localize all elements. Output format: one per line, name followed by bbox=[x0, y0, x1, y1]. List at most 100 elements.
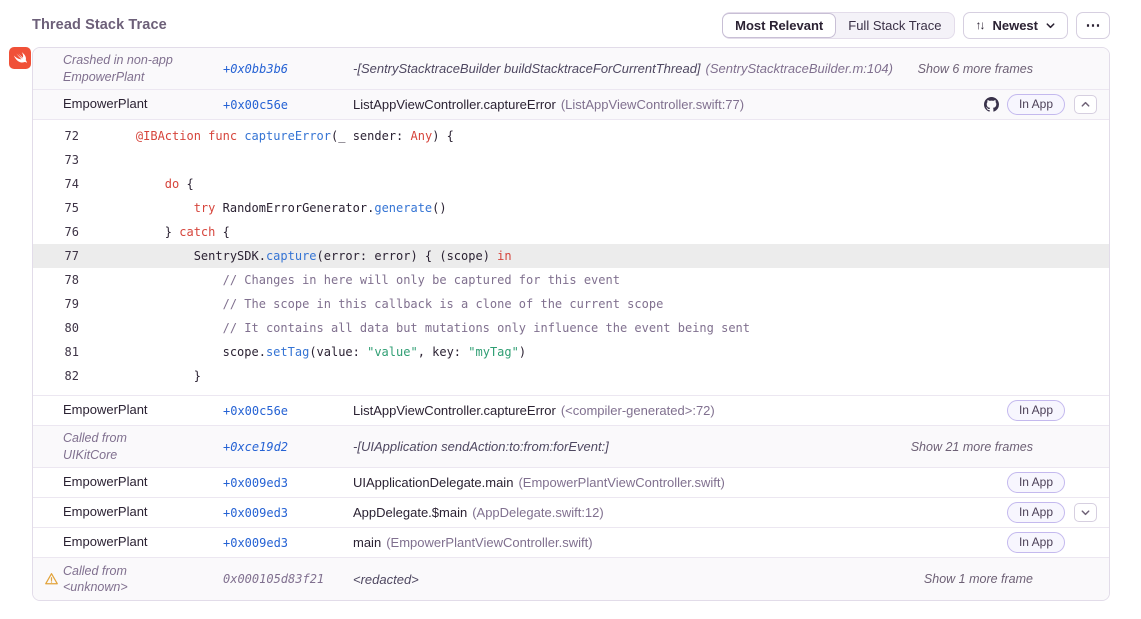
frame-module-line: Called from bbox=[63, 563, 223, 579]
code-token: () bbox=[432, 201, 446, 215]
frame-actions: Show 6 more frames bbox=[918, 59, 1109, 78]
frame-address[interactable]: +0x00c56e bbox=[223, 404, 353, 418]
code-token: , key: bbox=[418, 345, 469, 359]
frame-module-line: Crashed in non-app bbox=[63, 52, 223, 68]
frame-actions: In App bbox=[984, 94, 1109, 115]
expand-frame-button[interactable] bbox=[1074, 503, 1097, 522]
frame-function-name: -[SentryStacktraceBuilder buildStacktrac… bbox=[353, 61, 701, 76]
stack-frame-row[interactable]: Called fromUIKitCore+0xce19d2-[UIApplica… bbox=[33, 426, 1109, 468]
frame-address-value[interactable]: +0x009ed3 bbox=[223, 476, 288, 490]
stack-frame-row[interactable]: EmpowerPlant+0x00c56eListAppViewControll… bbox=[33, 90, 1109, 120]
frame-module: EmpowerPlant bbox=[33, 96, 223, 113]
frame-address-value[interactable]: +0x009ed3 bbox=[223, 506, 288, 520]
code-token: // The scope in this callback is a clone… bbox=[223, 297, 664, 311]
stack-frame-row[interactable]: EmpowerPlant+0x00c56e ListAppViewControll… bbox=[33, 396, 1109, 426]
code-token: @IBAction bbox=[136, 129, 201, 143]
line-number: 77 bbox=[33, 244, 79, 268]
stack-frame-row[interactable]: EmpowerPlant+0x009ed3 main (EmpowerPlantVi… bbox=[33, 528, 1109, 558]
in-app-badge: In App bbox=[1007, 532, 1065, 553]
tab-most-relevant[interactable]: Most Relevant bbox=[722, 13, 836, 38]
code-line: 80 // It contains all data but mutations… bbox=[33, 316, 1109, 340]
sort-label: Newest bbox=[992, 18, 1038, 33]
code-token: catch bbox=[179, 225, 215, 239]
frame-function-name: ListAppViewController.captureError bbox=[353, 403, 556, 418]
frame-actions: In App bbox=[1007, 532, 1109, 553]
frame-actions: In App bbox=[1007, 502, 1109, 523]
code-token: (value: bbox=[309, 345, 367, 359]
line-number: 72 bbox=[33, 124, 79, 148]
code-token: "value" bbox=[367, 345, 418, 359]
frame-module-line: UIKitCore bbox=[63, 447, 223, 463]
frame-address[interactable]: +0x0bb3b6 bbox=[223, 62, 353, 76]
frame-address: 0x000105d83f21 bbox=[223, 572, 353, 586]
stack-frame-row[interactable]: Crashed in non-appEmpowerPlant+0x0bb3b6 -… bbox=[33, 48, 1109, 90]
frame-function-name: <redacted> bbox=[353, 572, 419, 587]
frame-function: -[UIApplication sendAction:to:from:forEv… bbox=[353, 439, 911, 454]
code-token: ) bbox=[519, 345, 526, 359]
stack-frame-row[interactable]: EmpowerPlant+0x009ed3AppDelegate.$main(A… bbox=[33, 498, 1109, 528]
show-more-frames[interactable]: Show 21 more frames bbox=[911, 440, 1033, 454]
frame-module-line: <unknown> bbox=[63, 579, 223, 595]
frame-source-location[interactable]: (EmpowerPlantViewController.swift) bbox=[386, 535, 592, 550]
code-text: // The scope in this callback is a clone… bbox=[79, 292, 663, 316]
chevron-down-icon bbox=[1045, 20, 1056, 31]
tab-full-stack-trace[interactable]: Full Stack Trace bbox=[835, 13, 954, 38]
frame-address[interactable]: +0x009ed3 bbox=[223, 476, 353, 490]
code-token: capture bbox=[266, 249, 317, 263]
frame-module-line: EmpowerPlant bbox=[63, 69, 223, 85]
show-more-frames[interactable]: Show 1 more frame bbox=[924, 572, 1033, 586]
frame-address[interactable]: +0x009ed3 bbox=[223, 506, 353, 520]
page-title: Thread Stack Trace bbox=[32, 17, 167, 33]
frame-address-value[interactable]: +0x00c56e bbox=[223, 404, 288, 418]
code-token: RandomErrorGenerator. bbox=[215, 201, 374, 215]
frame-address-value[interactable]: +0x00c56e bbox=[223, 98, 288, 112]
code-text: } catch { bbox=[79, 220, 230, 244]
line-number: 75 bbox=[33, 196, 79, 220]
frame-source-location[interactable]: (ListAppViewController.swift:77) bbox=[561, 97, 744, 112]
frame-address[interactable]: +0x009ed3 bbox=[223, 536, 353, 550]
frame-source-location[interactable]: (AppDelegate.swift:12) bbox=[472, 505, 604, 520]
expander-slot bbox=[1073, 95, 1097, 114]
frame-module-line: EmpowerPlant bbox=[63, 402, 223, 419]
frame-module-line: EmpowerPlant bbox=[63, 96, 223, 113]
frame-source-location[interactable]: (EmpowerPlantViewController.swift) bbox=[518, 475, 724, 490]
view-toggle: Most Relevant Full Stack Trace bbox=[722, 12, 955, 39]
sort-button[interactable]: ↑↓ Newest bbox=[963, 12, 1068, 39]
chevron-up-icon bbox=[1080, 99, 1091, 110]
frame-source-location[interactable]: (SentryStacktraceBuilder.m:104) bbox=[706, 61, 893, 76]
github-icon[interactable] bbox=[984, 97, 999, 112]
expander-slot bbox=[1073, 570, 1097, 589]
code-token: in bbox=[497, 249, 511, 263]
frame-function-name: main bbox=[353, 535, 381, 550]
show-more-frames[interactable]: Show 6 more frames bbox=[918, 62, 1033, 76]
frame-address-value[interactable]: +0x009ed3 bbox=[223, 536, 288, 550]
frame-function: -[SentryStacktraceBuilder buildStacktrac… bbox=[353, 61, 918, 76]
chevron-down-icon bbox=[1080, 507, 1091, 518]
code-token: try bbox=[194, 201, 216, 215]
code-token: // Changes in here will only be captured… bbox=[223, 273, 620, 287]
frame-module: EmpowerPlant bbox=[33, 534, 223, 551]
collapse-frame-button[interactable] bbox=[1074, 95, 1097, 114]
frame-address[interactable]: +0x00c56e bbox=[223, 98, 353, 112]
frame-source-location[interactable]: (<compiler-generated>:72) bbox=[561, 403, 715, 418]
frame-function: UIApplicationDelegate.main (EmpowerPlantV… bbox=[353, 475, 1007, 490]
code-text: // Changes in here will only be captured… bbox=[79, 268, 620, 292]
more-options-button[interactable]: ⋯ bbox=[1076, 12, 1110, 39]
code-token: setTag bbox=[266, 345, 309, 359]
frame-address[interactable]: +0xce19d2 bbox=[223, 440, 353, 454]
stack-frame-row[interactable]: EmpowerPlant+0x009ed3UIApplicationDelega… bbox=[33, 468, 1109, 498]
in-app-badge: In App bbox=[1007, 502, 1065, 523]
code-token: { bbox=[179, 177, 193, 191]
source-code-block: 72 @IBAction func captureError(_ sender:… bbox=[33, 120, 1109, 396]
frame-actions: In App bbox=[1007, 400, 1109, 421]
stack-frame-row[interactable]: Called from<unknown>0x000105d83f21 <redac… bbox=[33, 558, 1109, 600]
code-token: Any bbox=[411, 129, 433, 143]
frame-function: <redacted> bbox=[353, 572, 924, 587]
frame-function-name: UIApplicationDelegate.main bbox=[353, 475, 513, 490]
code-token: scope. bbox=[107, 345, 266, 359]
frame-address-value[interactable]: +0xce19d2 bbox=[223, 440, 288, 454]
frame-address-value: 0x000105d83f21 bbox=[223, 572, 324, 586]
code-text: @IBAction func captureError(_ sender: An… bbox=[79, 124, 454, 148]
frame-function-name: AppDelegate.$main bbox=[353, 505, 467, 520]
frame-address-value[interactable]: +0x0bb3b6 bbox=[223, 62, 288, 76]
